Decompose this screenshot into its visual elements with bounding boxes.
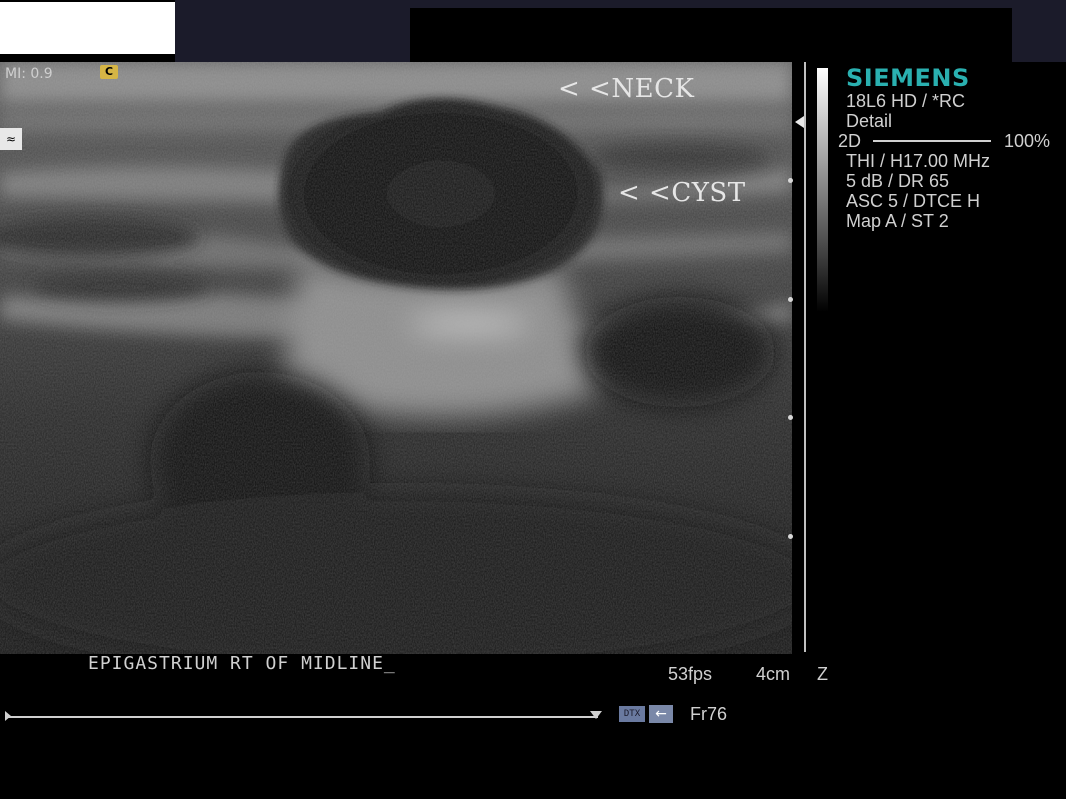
asc-info: ASC 5 / DTCE H xyxy=(846,191,981,211)
brand-logo: SIEMENS xyxy=(846,64,970,92)
image-caption: EPIGASTRIUM RT OF MIDLINE_ xyxy=(88,653,396,674)
probe-orientation-icon: ≈ xyxy=(0,128,22,150)
power-label: 100% xyxy=(1004,131,1051,151)
depth-tick xyxy=(788,415,793,420)
depth-tick xyxy=(788,534,793,539)
cine-position-marker-icon[interactable] xyxy=(590,711,602,719)
redacted-header-info xyxy=(410,8,1012,64)
map-info: Map A / ST 2 xyxy=(846,211,949,231)
frame-counter: Fr76 xyxy=(690,704,728,724)
mode-label: 2D xyxy=(838,131,862,151)
dtx-badge: DTX xyxy=(619,706,645,722)
gain-info: 5 dB / DR 65 xyxy=(846,171,950,191)
probe-info: 18L6 HD / *RC xyxy=(846,91,966,111)
ultrasound-image xyxy=(0,62,792,654)
mechanical-index-label: MI: 0.9 xyxy=(5,66,53,82)
cine-timeline-bar[interactable] xyxy=(6,716,598,718)
preset-info: Detail xyxy=(846,111,893,131)
depth-scale-line xyxy=(804,62,806,652)
zoom-label[interactable]: Z xyxy=(817,664,828,685)
depth-label: 4cm xyxy=(756,664,791,684)
depth-tick xyxy=(788,297,793,302)
fps-label: 53fps xyxy=(668,664,713,684)
back-arrow-icon[interactable]: ← xyxy=(649,705,673,723)
annotation-neck: < <NECK xyxy=(558,74,695,104)
annotation-cyst: < <CYST xyxy=(618,178,746,208)
depth-tick xyxy=(788,178,793,183)
frequency-info: THI / H17.00 MHz xyxy=(846,151,991,171)
focus-marker-icon[interactable] xyxy=(795,116,804,128)
redacted-patient-info xyxy=(0,2,175,54)
grayscale-map-bar xyxy=(817,68,828,312)
mode-divider xyxy=(873,140,991,142)
cine-icon: C xyxy=(100,65,118,79)
